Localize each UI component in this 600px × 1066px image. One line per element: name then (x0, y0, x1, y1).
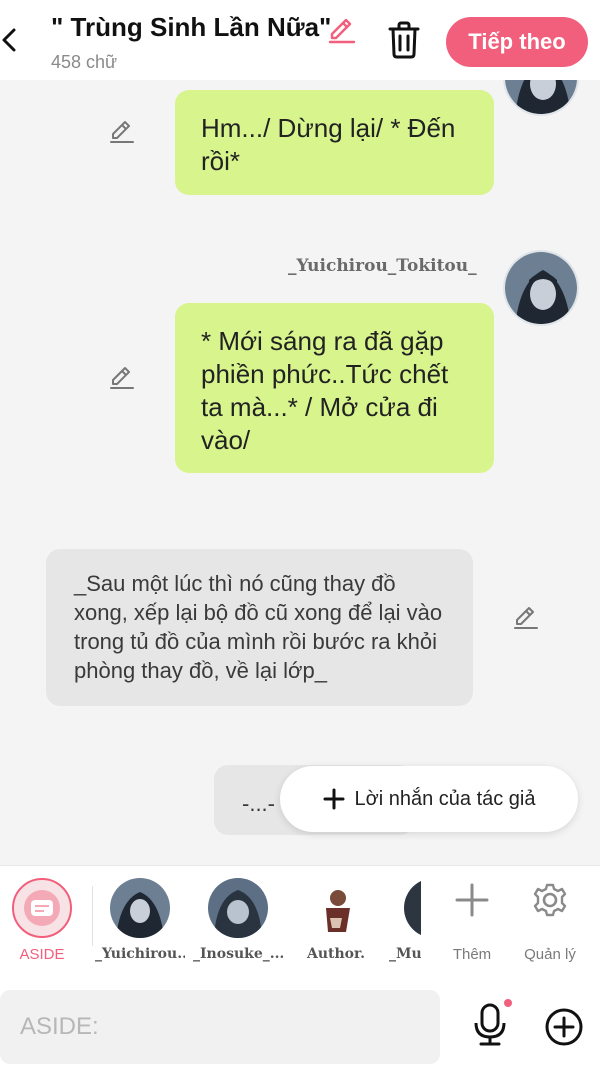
manage-button[interactable]: Quản lý (510, 876, 590, 968)
gear-icon (533, 883, 567, 917)
character-avatar[interactable] (503, 80, 579, 116)
manage-label: Quản lý (524, 946, 576, 963)
plus-icon (322, 787, 346, 811)
add-label: Thêm (452, 946, 492, 963)
author-note-button[interactable]: Lời nhắn của tác giả (280, 766, 578, 832)
character-avatar (110, 878, 170, 938)
character-item-yuichirou[interactable]: _Yuichirou... (95, 866, 185, 978)
character-avatar (306, 878, 366, 938)
plus-icon (455, 883, 489, 917)
character-item-inosuke[interactable]: _Inosuke_... (193, 866, 283, 978)
character-label: _Mu (389, 946, 421, 962)
edit-message-icon[interactable] (108, 363, 136, 391)
character-item-author[interactable]: Author. (291, 866, 381, 978)
story-title: " Trùng Sinh Lần Nữa" (51, 12, 332, 42)
microphone-icon[interactable] (468, 999, 514, 1049)
character-avatar (404, 878, 421, 938)
character-label: _Yuichirou... (95, 946, 185, 962)
divider (92, 886, 93, 946)
character-message-bubble[interactable]: Hm.../ Dừng lại/ * Đến rồi* (175, 90, 494, 195)
input-bar: ASIDE: (0, 977, 600, 1066)
edit-title-icon[interactable] (326, 14, 358, 46)
chat-area[interactable]: Hm.../ Dừng lại/ * Đến rồi* _Yuichirou_T… (0, 80, 600, 865)
back-arrow-icon[interactable] (0, 22, 22, 58)
aside-message-bubble[interactable]: _Sau một lúc thì nó cũng thay đồ xong, x… (46, 549, 473, 706)
top-bar: " Trùng Sinh Lần Nữa" 458 chữ Tiếp theo (0, 0, 600, 80)
character-message-bubble[interactable]: * Mới sáng ra đã gặp phiền phức..Tức chế… (175, 303, 494, 473)
edit-message-icon[interactable] (512, 603, 540, 631)
add-circle-icon[interactable] (542, 1005, 586, 1049)
word-count: 458 chữ (51, 52, 118, 72)
character-bar: ASIDE _Yuichirou... _Inosuke_... Author.… (0, 865, 600, 977)
character-avatar (208, 878, 268, 938)
character-item-aside[interactable]: ASIDE (0, 866, 87, 978)
character-name: _Yuichirou_Tokitou_ (288, 256, 477, 276)
character-label: _Inosuke_... (193, 946, 283, 962)
character-item-mu[interactable]: _Mu (389, 866, 421, 978)
add-character-button[interactable]: Thêm (432, 876, 512, 968)
author-note-label: Lời nhắn của tác giả (354, 787, 536, 810)
edit-message-icon[interactable] (108, 117, 136, 145)
trash-icon[interactable] (386, 20, 422, 60)
character-label: Author. (307, 946, 365, 962)
aside-icon (12, 878, 72, 938)
character-avatar[interactable] (503, 250, 579, 326)
character-label: ASIDE (19, 946, 65, 963)
next-button[interactable]: Tiếp theo (446, 17, 588, 67)
message-input[interactable]: ASIDE: (0, 990, 440, 1064)
